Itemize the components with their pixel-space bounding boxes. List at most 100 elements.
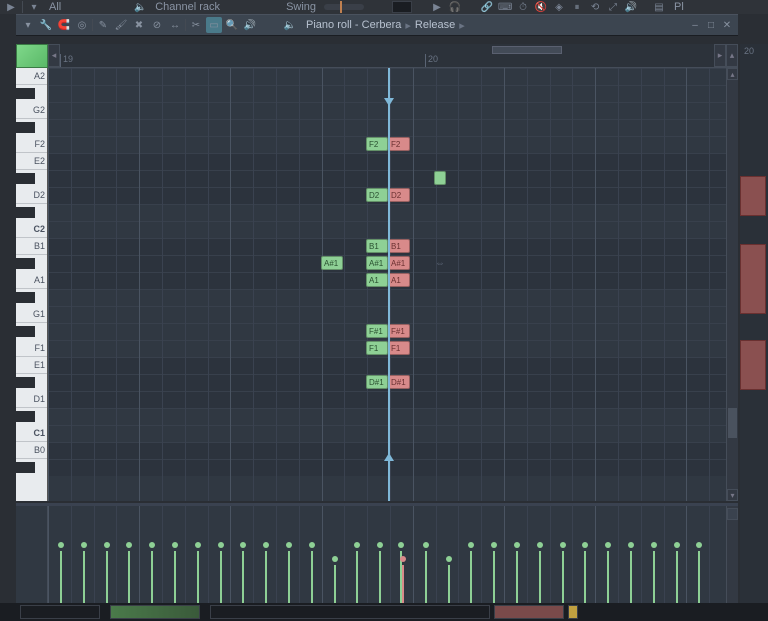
typing-icon[interactable]: ⌨ [498, 0, 512, 14]
playlist-clip[interactable] [740, 340, 766, 390]
velocity-bar[interactable] [242, 551, 244, 603]
velocity-bar[interactable] [83, 551, 85, 603]
midi-note[interactable]: A1 [366, 273, 388, 287]
velocity-bar[interactable] [584, 551, 586, 603]
erase-icon[interactable]: ✖ [131, 17, 147, 33]
playlist-clip[interactable] [740, 176, 766, 216]
volume-icon[interactable]: 🔊 [624, 0, 638, 14]
white-key[interactable]: E2 [16, 153, 47, 170]
black-key[interactable] [16, 292, 35, 303]
midi-note[interactable]: F#1 [366, 324, 388, 338]
black-key[interactable] [16, 88, 35, 99]
vscroll-down-icon[interactable]: ▾ [727, 489, 738, 501]
velocity-bar[interactable] [698, 551, 700, 603]
black-key[interactable] [16, 122, 35, 133]
midi-note[interactable]: F1 [388, 341, 410, 355]
velocity-bar[interactable] [425, 551, 427, 603]
black-key[interactable] [16, 326, 35, 337]
midi-note[interactable]: A1 [388, 273, 410, 287]
velocity-bar[interactable] [151, 551, 153, 603]
velocity-bar[interactable] [539, 551, 541, 603]
white-key[interactable]: D1 [16, 391, 47, 408]
midi-note[interactable]: B1 [388, 239, 410, 253]
velocity-bar[interactable] [265, 551, 267, 603]
velocity-bar[interactable] [470, 551, 472, 603]
white-key[interactable]: F1 [16, 340, 47, 357]
vscroll-thumb[interactable] [728, 408, 737, 438]
velocity-bar[interactable] [220, 551, 222, 603]
speaker2-icon[interactable]: 🔈 [282, 17, 298, 33]
black-key[interactable] [16, 462, 35, 473]
draw-icon[interactable]: ✎ [95, 17, 111, 33]
velocity-bar[interactable] [402, 565, 404, 603]
mute-icon[interactable]: 🔇 [534, 0, 548, 14]
vscroll-up-icon[interactable]: ▴ [727, 68, 738, 80]
channel-rack-label[interactable]: Channel rack [151, 0, 224, 14]
velocity-bar[interactable] [448, 565, 450, 603]
midi-note[interactable]: D2 [388, 188, 410, 202]
playback-icon[interactable]: 🔊 [242, 17, 258, 33]
velocity-bar[interactable] [379, 551, 381, 603]
close-button[interactable]: ✕ [720, 18, 734, 32]
metronome-icon[interactable]: ◈ [552, 0, 566, 14]
midi-note[interactable]: F2 [366, 137, 388, 151]
mute-tool-icon[interactable]: ⊘ [149, 17, 165, 33]
velocity-bar[interactable] [60, 551, 62, 603]
corner-selector[interactable] [16, 44, 48, 68]
scroll-icon[interactable]: ⤢ [606, 0, 620, 14]
playlist-clip[interactable] [740, 244, 766, 314]
timeline-thumb[interactable] [492, 46, 562, 54]
loop-icon[interactable]: ⟲ [588, 0, 602, 14]
hscroll-left-button[interactable]: ◂ [48, 44, 60, 67]
vertical-scrollbar[interactable]: ▴ ▾ [726, 68, 738, 501]
white-key[interactable]: B0 [16, 442, 47, 459]
white-key[interactable]: E1 [16, 357, 47, 374]
note-grid[interactable]: A#1F2D2B1A#1A1F#1F1D#1F2D2B1A#1A1F#1F1D#… [48, 68, 726, 501]
play-icon[interactable]: ▶ [4, 0, 18, 14]
black-key[interactable] [16, 207, 35, 218]
slice-icon[interactable]: ✂ [188, 17, 204, 33]
midi-note[interactable]: D#1 [366, 375, 388, 389]
paint-icon[interactable]: 🖌 [113, 17, 129, 33]
velocity-bar[interactable] [311, 551, 313, 603]
midi-note[interactable]: F2 [388, 137, 410, 151]
white-key[interactable]: G2 [16, 102, 47, 119]
velocity-bar[interactable] [128, 551, 130, 603]
midi-note[interactable]: B1 [366, 239, 388, 253]
velocity-bar[interactable] [174, 551, 176, 603]
transport-play-icon[interactable]: ▶ [430, 0, 444, 14]
velocity-bar[interactable] [653, 551, 655, 603]
midi-note[interactable]: D#1 [388, 375, 410, 389]
zoom-icon[interactable]: 🔍 [224, 17, 240, 33]
velocity-bar[interactable] [288, 551, 290, 603]
playlist-label[interactable]: Pl [670, 0, 688, 14]
midi-note[interactable]: F#1 [388, 324, 410, 338]
wait-icon[interactable]: ⏸ [570, 0, 584, 14]
midi-note[interactable]: F1 [366, 341, 388, 355]
velocity-bar[interactable] [676, 551, 678, 603]
vscroll-up-button[interactable]: ▴ [726, 44, 738, 67]
midi-note[interactable]: A#1 [321, 256, 343, 270]
velocity-bar[interactable] [516, 551, 518, 603]
white-key[interactable]: D2 [16, 187, 47, 204]
countdown-icon[interactable]: ⏱ [516, 0, 530, 14]
piano-keyboard[interactable]: A2G2F2E2D2C2B1A1G1F1E1D1C1B0 [16, 68, 48, 501]
menu-icon[interactable]: ▾ [20, 17, 36, 33]
velocity-bar[interactable] [607, 551, 609, 603]
midi-note[interactable]: A#1 [366, 256, 388, 270]
velocity-bar[interactable] [562, 551, 564, 603]
headphones-icon[interactable]: 🎧 [448, 0, 462, 14]
white-key[interactable]: A2 [16, 68, 47, 85]
velocity-bar[interactable] [356, 551, 358, 603]
ruler-track[interactable]: 1920 [60, 44, 714, 67]
white-key[interactable]: A1 [16, 272, 47, 289]
velocity-bar[interactable] [493, 551, 495, 603]
speaker-icon[interactable]: 🔈 [133, 0, 147, 14]
hscroll-right-button[interactable]: ▸ [714, 44, 726, 67]
channel-filter[interactable]: All [45, 0, 65, 14]
white-key[interactable]: C1 [16, 425, 47, 442]
magnet-icon[interactable]: 🧲 [56, 17, 72, 33]
maximize-button[interactable]: □ [704, 18, 718, 32]
minimize-button[interactable]: – [688, 18, 702, 32]
velocity-grid[interactable] [48, 506, 726, 603]
